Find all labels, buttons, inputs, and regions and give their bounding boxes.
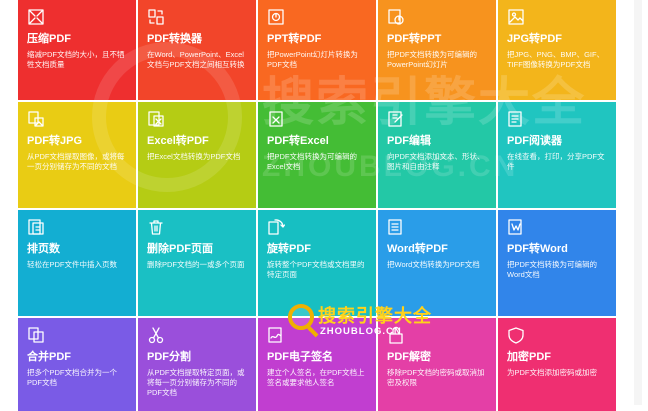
tool-title: PDF转Word	[507, 243, 568, 255]
tool-title: PDF转PPT	[387, 33, 442, 45]
tool-tile[interactable]: 排页数轻松在PDF文件中插入页数	[18, 210, 136, 316]
tool-tile[interactable]: PDF解密移除PDF文档的密码或取消加密及权限	[378, 318, 496, 411]
tool-title: 合并PDF	[27, 351, 71, 363]
jpg-to-pdf-icon	[507, 8, 525, 26]
tool-tile[interactable]: PDF转Word 把PDF文档转换为可编辑的Word文档	[498, 210, 616, 316]
tool-description: 在线查看，打印，分享PDF文件	[507, 152, 605, 171]
tool-title: PDF转JPG	[27, 135, 83, 147]
tool-title: PDF转换器	[147, 33, 202, 45]
merge-icon	[27, 326, 45, 344]
rotate-icon	[267, 218, 285, 236]
tool-description: 建立个人签名，在PDF文档上签名或要求他人签名	[267, 368, 365, 387]
tool-tile[interactable]: 删除PDF页面删除PDF文档的一或多个页面	[138, 210, 256, 316]
tool-tile[interactable]: PPT转PDF 把PowerPoint幻灯片转换为PDF文档	[258, 0, 376, 100]
tool-description: 为PDF文档添加密码或加密	[507, 368, 597, 377]
tool-title: Word转PDF	[387, 243, 448, 255]
compress-icon	[27, 8, 45, 26]
trash-icon	[147, 218, 165, 236]
tool-description: 把Excel文档转换为PDF文档	[147, 152, 241, 161]
tool-tile[interactable]: JPG转PDF 把JPG、PNG、BMP、GIF、TIFF图像转换为PDF文档	[498, 0, 616, 100]
tool-title: 旋转PDF	[267, 243, 311, 255]
tool-title: 删除PDF页面	[147, 243, 213, 255]
tool-description: 删除PDF文档的一或多个页面	[147, 260, 245, 269]
scrollbar[interactable]	[634, 0, 642, 405]
tool-tile[interactable]: 旋转PDF 旋转整个PDF文档或文档里的特定页面	[258, 210, 376, 316]
tool-tile[interactable]: PDF转Excel 把PDF文档转换为可编辑的Excel文档	[258, 102, 376, 208]
tool-tile[interactable]: Word转PDF 把Word文档转换为PDF文档	[378, 210, 496, 316]
tool-description: 把PDF文档转换为可编辑的Excel文档	[267, 152, 357, 171]
tool-description: 从PDF文档提取特定页面，或将每一页分别储存为不同的PDF文档	[147, 368, 245, 397]
pdf-to-excel-icon	[267, 110, 285, 128]
scissors-icon	[147, 326, 165, 344]
tool-title: PPT转PDF	[267, 33, 322, 45]
tool-tile[interactable]: 加密PDF 为PDF文档添加密码或加密	[498, 318, 616, 411]
converter-icon	[147, 8, 165, 26]
tool-description: 把JPG、PNG、BMP、GIF、TIFF图像转换为PDF文档	[507, 50, 605, 69]
tool-tile[interactable]: PDF阅读器在线查看，打印，分享PDF文件	[498, 102, 616, 208]
tool-tile[interactable]: PDF电子签名建立个人签名，在PDF文档上签名或要求他人签名	[258, 318, 376, 411]
tool-tile[interactable]: 合并PDF 把多个PDF文档合并为一个PDF文档	[18, 318, 136, 411]
page-number-icon	[27, 218, 45, 236]
tool-description: 旋转整个PDF文档或文档里的特定页面	[267, 260, 365, 279]
tool-tile[interactable]: PDF转PPT 把PDF文档转换为可编辑的PowerPoint幻灯片	[378, 0, 496, 100]
edit-icon	[387, 110, 405, 128]
tool-title: PDF电子签名	[267, 351, 333, 363]
shield-icon	[507, 326, 525, 344]
word-to-pdf-icon	[387, 218, 405, 236]
pdf-to-ppt-icon	[387, 8, 405, 26]
tool-tile[interactable]: PDF分割从PDF文档提取特定页面，或将每一页分别储存为不同的PDF文档	[138, 318, 256, 411]
tool-description: 缩减PDF文档的大小，且不牺牲文档质量	[27, 50, 125, 69]
reader-icon	[507, 110, 525, 128]
tool-description: 把Word文档转换为PDF文档	[387, 260, 480, 269]
pdf-to-word-icon	[507, 218, 525, 236]
tool-title: PDF编辑	[387, 135, 431, 147]
tool-title: JPG转PDF	[507, 33, 563, 45]
tool-title: PDF分割	[147, 351, 191, 363]
tool-tile[interactable]: PDF编辑向PDF文档添加文本、形状、图片和自由注释	[378, 102, 496, 208]
tool-description: 把PDF文档转换为可编辑的PowerPoint幻灯片	[387, 50, 477, 69]
tool-description: 向PDF文档添加文本、形状、图片和自由注释	[387, 152, 485, 171]
tool-description: 轻松在PDF文件中插入页数	[27, 260, 117, 269]
tool-description: 移除PDF文档的密码或取消加密及权限	[387, 368, 485, 387]
excel-to-pdf-icon	[147, 110, 165, 128]
tool-tile[interactable]: 压缩PDF 缩减PDF文档的大小，且不牺牲文档质量	[18, 0, 136, 100]
tool-title: PDF转Excel	[267, 135, 329, 147]
tool-description: 在Word、PowerPoint、Excel文档与PDF文档之间相互转换	[147, 50, 245, 69]
tool-title: 压缩PDF	[27, 33, 71, 45]
tool-title: Excel转PDF	[147, 135, 209, 147]
tool-tile[interactable]: Excel转PDF 把Excel文档转换为PDF文档	[138, 102, 256, 208]
unlock-icon	[387, 326, 405, 344]
tool-title: PDF解密	[387, 351, 431, 363]
tool-description: 把PDF文档转换为可编辑的Word文档	[507, 260, 597, 279]
tool-tile[interactable]: PDF转换器在Word、PowerPoint、Excel文档与PDF文档之间相互…	[138, 0, 256, 100]
tool-tile[interactable]: PDF转JPG 从PDF文档提取图像，或将每一页分别储存为不同的文档	[18, 102, 136, 208]
tool-description: 从PDF文档提取图像，或将每一页分别储存为不同的文档	[27, 152, 125, 171]
tool-title: PDF阅读器	[507, 135, 562, 147]
tool-title: 排页数	[27, 243, 60, 255]
ppt-to-pdf-icon	[267, 8, 285, 26]
tool-description: 把多个PDF文档合并为一个PDF文档	[27, 368, 117, 387]
pdf-to-jpg-icon	[27, 110, 45, 128]
sign-icon	[267, 326, 285, 344]
tools-grid: 压缩PDF 缩减PDF文档的大小，且不牺牲文档质量 PDF转换器在Word、Powe…	[18, 0, 616, 411]
tool-title: 加密PDF	[507, 351, 551, 363]
tool-description: 把PowerPoint幻灯片转换为PDF文档	[267, 50, 358, 69]
